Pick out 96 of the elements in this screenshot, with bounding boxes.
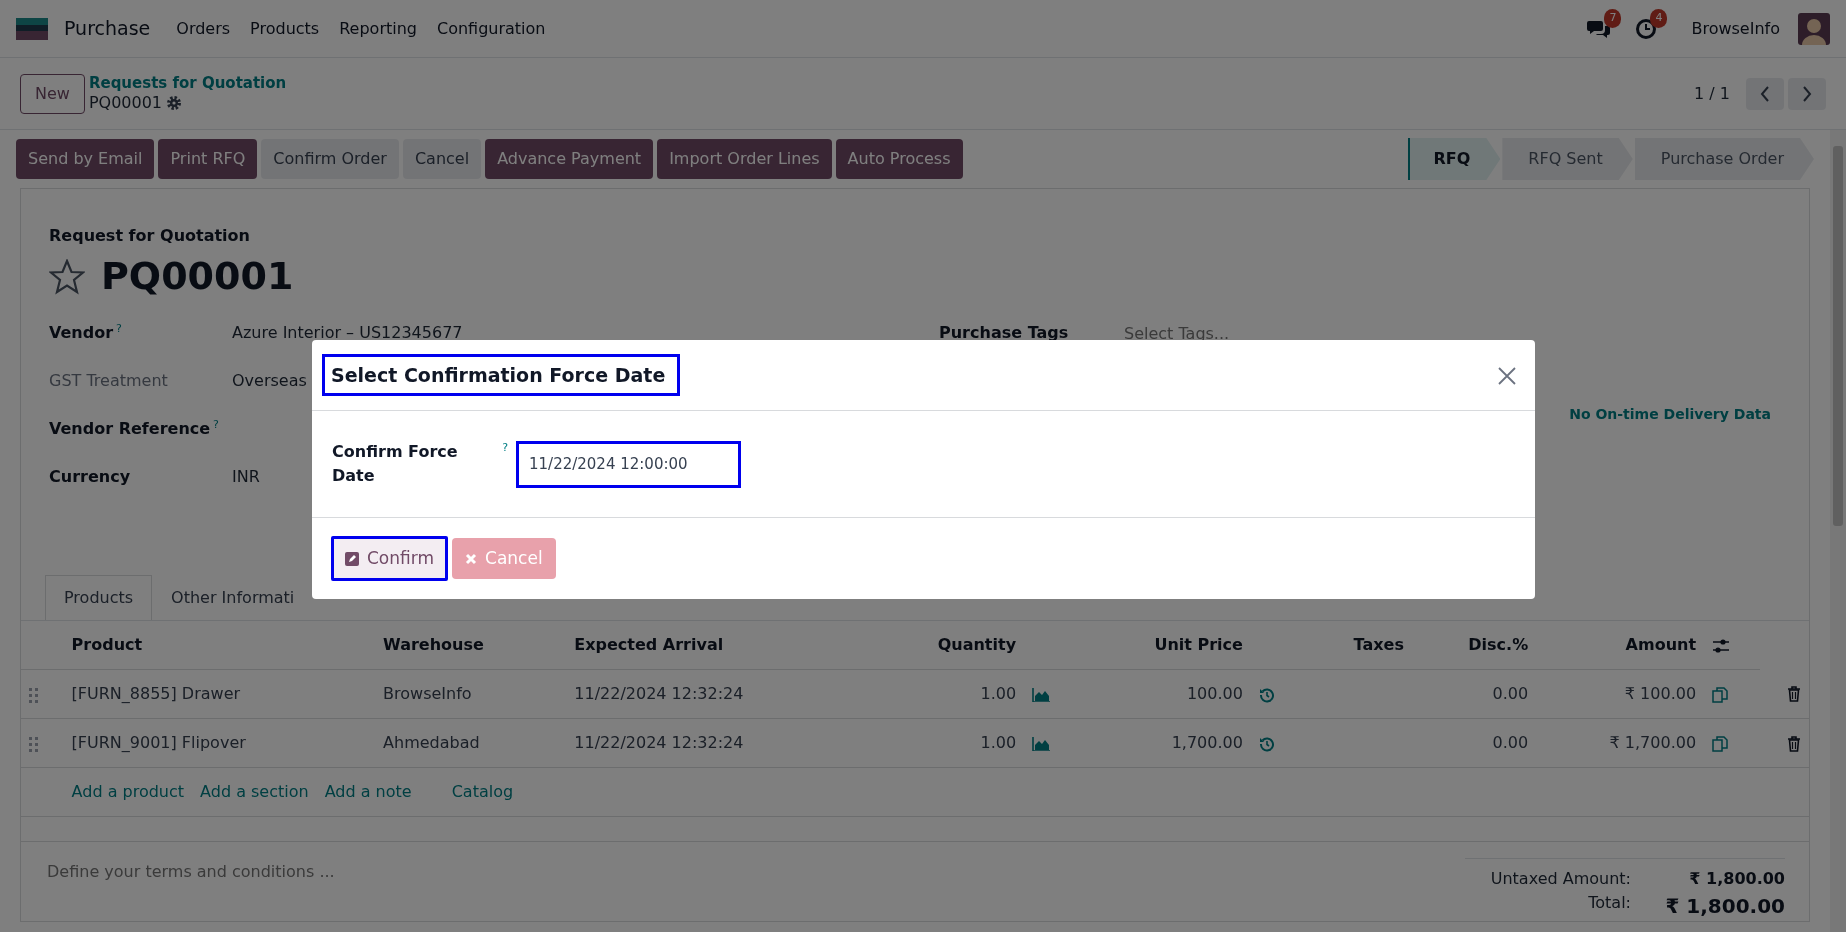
status-step[interactable]: RFQ [1407, 138, 1501, 180]
confirm-button[interactable]: Confirm [331, 535, 448, 582]
on-time-delivery-link[interactable]: No On-time Delivery Data [1569, 406, 1771, 422]
date-field[interactable]: 11/22/2024 12:00:00 [516, 440, 741, 488]
table-cell: 0.00 [1411, 718, 1537, 768]
tab[interactable]: Other Informati [152, 575, 314, 620]
history-icon[interactable] [1258, 735, 1275, 752]
trash-icon[interactable] [1787, 735, 1801, 752]
field-label: Vendor [49, 322, 114, 344]
column-header[interactable]: Expected Arrival [566, 621, 870, 670]
column-header[interactable]: Taxes [1303, 621, 1412, 670]
app-name[interactable]: Purchase [64, 14, 151, 43]
table-cell: [FURN_9001] Flipover [63, 718, 376, 768]
close-icon [465, 552, 477, 565]
record-title: PQ00001 [101, 253, 294, 300]
column-header[interactable]: Disc.% [1411, 621, 1537, 670]
field-label: Purchase Tags [939, 322, 1070, 344]
add-link[interactable]: Catalog [451, 780, 514, 804]
scrollbar[interactable] [1830, 130, 1846, 932]
sliders-icon[interactable] [1712, 637, 1731, 654]
table-cell: 0.00 [1411, 669, 1537, 719]
action-button[interactable]: Import Order Lines [657, 139, 832, 179]
action-button[interactable]: Confirm Order [261, 139, 399, 179]
action-button[interactable]: Advance Payment [485, 139, 654, 179]
column-header[interactable]: Product [63, 621, 376, 670]
copy-icon[interactable] [1712, 686, 1729, 703]
trash-icon[interactable] [1787, 686, 1801, 703]
total-label: Untaxed Amount: [1490, 868, 1631, 890]
breadcrumb-link[interactable]: Requests for Quotation [88, 74, 287, 93]
company-name[interactable]: BrowseInfo [1681, 12, 1790, 45]
field-label: Confirm Force Date [332, 441, 459, 487]
total-value: ₹ 1,800.00 [1664, 893, 1785, 920]
close-icon [1498, 366, 1516, 385]
total-value: ₹ 1,800.00 [1688, 868, 1785, 890]
dialog-title: Select Confirmation Force Date [322, 353, 681, 397]
field-label: Currency [49, 466, 131, 488]
area-chart-icon[interactable] [1032, 687, 1051, 702]
form-subtitle: Request for Quotation [49, 225, 251, 247]
action-button[interactable]: Auto Process [835, 139, 963, 179]
chevron-left-icon [1760, 85, 1770, 102]
notification-badge: 4 [1650, 9, 1668, 28]
table-cell: ₹ 1,700.00 [1536, 718, 1705, 768]
chat-icon[interactable] [1587, 18, 1612, 39]
table-cell: 1.00 [869, 718, 1025, 768]
table-cell: [FURN_8855] Drawer [63, 669, 376, 719]
next-button[interactable] [1788, 77, 1826, 110]
column-header[interactable]: Unit Price [1079, 621, 1251, 670]
menu-item[interactable]: Products [240, 12, 330, 45]
menu-item[interactable]: Orders [166, 12, 241, 45]
table-cell: ₹ 100.00 [1536, 669, 1705, 719]
previous-button[interactable] [1746, 77, 1784, 110]
column-header[interactable]: Warehouse [375, 621, 567, 670]
add-link[interactable]: Add a product [71, 780, 185, 804]
menu-item[interactable]: Configuration [426, 12, 556, 45]
table-cell: 1.00 [869, 669, 1025, 719]
status-step[interactable]: Purchase Order [1634, 138, 1814, 180]
notification-badge: 7 [1604, 9, 1622, 28]
column-header[interactable]: Quantity [869, 621, 1025, 670]
pager-value: 1 / 1 [1694, 82, 1730, 105]
table-cell: 11/22/2024 12:32:24 [566, 718, 870, 768]
column-header[interactable]: Amount [1536, 621, 1705, 670]
avatar-icon[interactable] [1798, 12, 1830, 45]
total-label: Total: [1588, 892, 1631, 914]
add-link[interactable]: Add a section [200, 780, 309, 804]
history-icon[interactable] [1258, 686, 1275, 703]
edit-icon [345, 551, 359, 566]
gear-icon[interactable] [166, 94, 183, 111]
area-chart-icon[interactable] [1032, 736, 1051, 751]
chevron-right-icon [1802, 85, 1812, 102]
record-name: PQ00001 [88, 92, 163, 113]
help-marker[interactable]: ? [502, 440, 508, 457]
field-value[interactable]: Overseas [232, 369, 307, 393]
copy-icon[interactable] [1712, 735, 1729, 752]
table-cell: 100.00 [1079, 669, 1251, 719]
new-button[interactable]: New [20, 73, 85, 114]
app-logo-icon[interactable] [16, 17, 48, 40]
drag-handle-icon[interactable] [29, 686, 39, 703]
star-icon[interactable] [49, 258, 85, 295]
table-cell: 1,700.00 [1079, 718, 1251, 768]
field-label: GST Treatment [49, 370, 168, 392]
action-button[interactable]: Cancel [402, 139, 482, 179]
table-cell: Ahmedabad [375, 718, 567, 768]
field-value[interactable]: INR [232, 465, 260, 489]
drag-handle-icon[interactable] [29, 735, 39, 752]
table-cell: 11/22/2024 12:32:24 [566, 669, 870, 719]
clock-icon[interactable] [1635, 17, 1658, 40]
menu-item[interactable]: Reporting [329, 12, 427, 45]
field-label: Vendor Reference [49, 418, 211, 440]
add-link[interactable]: Add a note [324, 780, 412, 804]
status-step[interactable]: RFQ Sent [1502, 138, 1633, 180]
help-marker[interactable]: ? [213, 417, 219, 434]
action-button[interactable]: Send by Email [16, 139, 155, 179]
table-cell: BrowseInfo [375, 669, 567, 719]
tab[interactable]: Products [45, 575, 153, 620]
help-marker[interactable]: ? [116, 321, 122, 338]
action-button[interactable]: Print RFQ [158, 139, 258, 179]
